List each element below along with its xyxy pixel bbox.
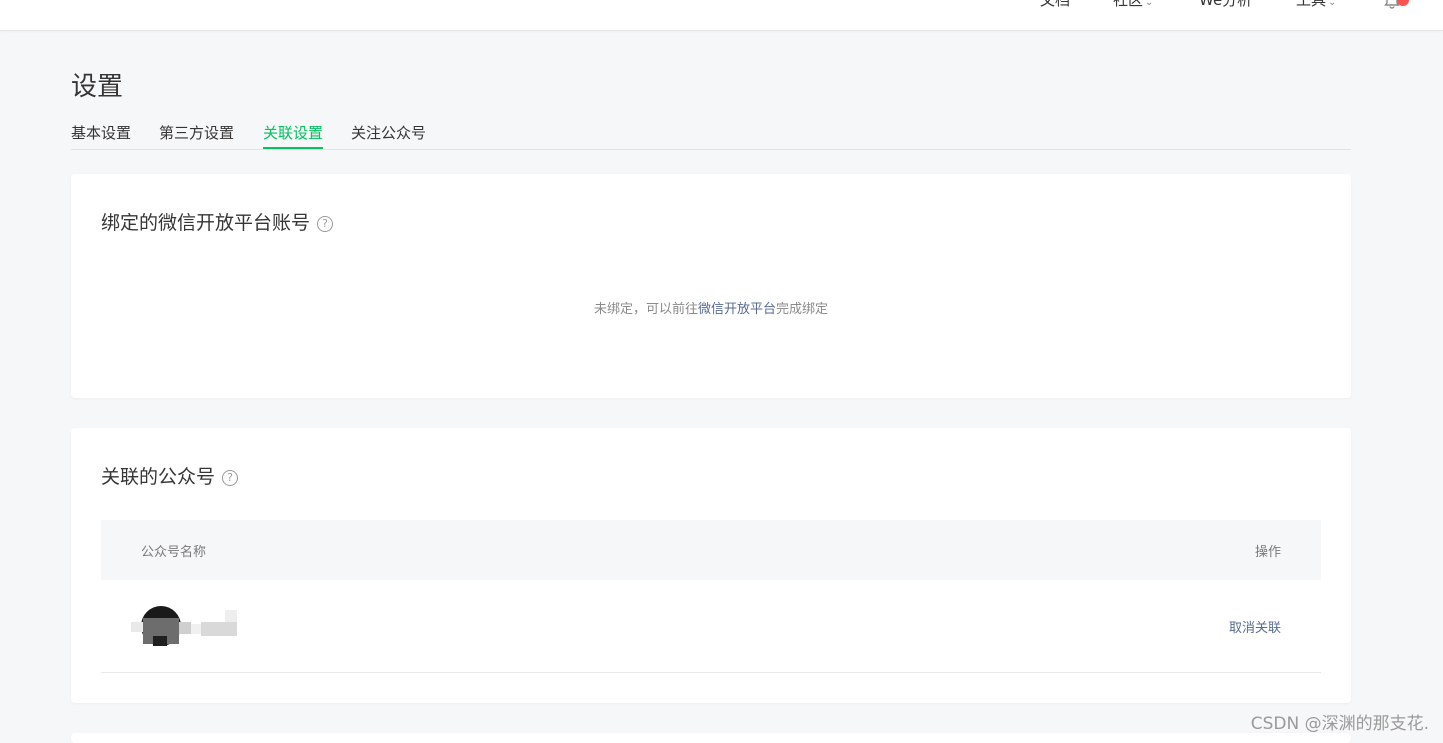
settings-tabs: 基本设置 第三方设置 关联设置 关注公众号 [71,120,1351,150]
tab-follow-official-account[interactable]: 关注公众号 [351,122,426,149]
tab-association-settings[interactable]: 关联设置 [263,122,324,149]
topnav-docs[interactable]: 文档 [1040,0,1070,10]
page-title: 设置 [71,72,124,102]
open-platform-card-title: 绑定的微信开放平台账号? [101,208,334,235]
watermark: CSDN @深渊的那支花. [1250,714,1429,734]
topnav-community-label: 社区 [1113,0,1144,9]
table-row: 取消关联 [101,580,1321,673]
table-header: 公众号名称 操作 [101,520,1321,580]
official-accounts-card: 关联的公众号? 公众号名称 操作 取消关联 [71,428,1351,703]
topnav-community[interactable]: 社区 ⌄ [1113,0,1153,10]
unbound-notice: 未绑定，可以前往微信开放平台完成绑定 [71,298,1351,317]
open-platform-link[interactable]: 微信开放平台 [698,302,776,317]
help-icon[interactable]: ? [222,470,239,486]
official-accounts-card-title: 关联的公众号? [101,462,239,489]
unbound-notice-prefix: 未绑定，可以前往 [593,302,698,317]
topnav-tools[interactable]: 工具 ⌄ [1296,0,1336,10]
chevron-down-icon: ⌄ [1145,0,1154,8]
tab-basic-settings[interactable]: 基本设置 [71,122,131,149]
topnav-weanalysis[interactable]: We分析 [1199,0,1252,10]
topnav-docs-label: 文档 [1040,0,1071,9]
column-header-account-name: 公众号名称 [141,545,207,560]
help-icon[interactable]: ? [317,216,334,232]
unbound-notice-suffix: 完成绑定 [776,302,829,317]
column-header-action: 操作 [1254,545,1281,560]
chevron-down-icon: ⌄ [1328,0,1337,8]
next-card [71,733,1351,743]
top-navigation-bar: 文档 社区 ⌄ We分析 工具 ⌄ [0,0,1443,31]
open-platform-card: 绑定的微信开放平台账号? 未绑定，可以前往微信开放平台完成绑定 [71,174,1351,398]
topnav-tools-label: 工具 [1296,0,1327,9]
topnav-weanalysis-label: We分析 [1199,0,1253,9]
open-platform-title-text: 绑定的微信开放平台账号 [101,212,311,234]
official-accounts-title-text: 关联的公众号 [101,466,216,488]
unlink-button[interactable]: 取消关联 [1229,617,1281,636]
tab-third-party-settings[interactable]: 第三方设置 [159,122,234,149]
